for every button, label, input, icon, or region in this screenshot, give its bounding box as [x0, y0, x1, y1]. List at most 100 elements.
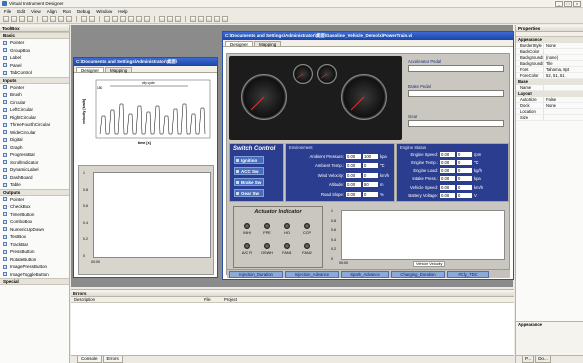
align-left-icon[interactable] [104, 16, 110, 22]
tab-designer[interactable]: Designer [76, 67, 105, 73]
toolbox-item[interactable]: Label [0, 54, 69, 62]
toolbox-item[interactable]: TimerButton [0, 211, 69, 219]
undo-icon[interactable] [81, 16, 87, 22]
stop-icon[interactable] [198, 16, 204, 22]
toolbox-group-inputs[interactable]: Inputs [0, 76, 69, 84]
run-icon[interactable] [190, 16, 196, 22]
ignition-switch[interactable]: Ignition [234, 156, 264, 164]
new-icon[interactable] [3, 16, 9, 22]
toolbox-item[interactable]: TabControl [0, 69, 69, 77]
tab-mapping[interactable]: Mapping [254, 41, 282, 47]
toolbox-item[interactable]: Digital [0, 136, 69, 144]
menu-run[interactable]: Run [63, 9, 71, 14]
property-value[interactable] [544, 115, 546, 120]
toolbox-group-basic[interactable]: Basic [0, 32, 69, 39]
environment-setpoint[interactable]: 0 [363, 191, 378, 197]
tab-properties[interactable]: P... [522, 356, 535, 363]
property-row[interactable]: Size [516, 115, 583, 121]
tab-spark-advance[interactable]: Spark_Advance [341, 271, 389, 278]
toolbox-group-special[interactable]: Special [0, 278, 69, 285]
environment-value[interactable]: 0.00 [346, 172, 361, 178]
menu-window[interactable]: Window [96, 9, 112, 14]
toolbox-item[interactable]: TextBox [0, 233, 69, 241]
toolbox-item[interactable]: Circular [0, 99, 69, 107]
toolbox-item[interactable]: Pointer [0, 196, 69, 204]
menu-align[interactable]: Align [47, 9, 57, 14]
property-value[interactable]: False [544, 97, 556, 102]
toolbox-item[interactable]: Brush [0, 91, 69, 99]
align-bottom-icon[interactable] [144, 16, 150, 22]
gear-field[interactable] [408, 120, 504, 127]
toolbox-item[interactable]: DynamicLabel [0, 166, 69, 174]
menu-edit[interactable]: Edit [17, 9, 25, 14]
toolbox-item[interactable]: ComboBox [0, 218, 69, 226]
toolbox-item[interactable]: ImageToggleButton [0, 271, 69, 279]
toolbox-item[interactable]: Pointer [0, 84, 69, 92]
copy-icon[interactable] [50, 16, 56, 22]
tab-injection-duration[interactable]: Injection_Duration [229, 271, 283, 278]
toolbox-item[interactable]: PressButton [0, 248, 69, 256]
redo-icon[interactable] [89, 16, 95, 22]
maximize-icon[interactable]: □ [564, 1, 572, 7]
property-value[interactable]: Tile [544, 61, 553, 66]
column-description[interactable]: Description [74, 297, 95, 303]
toolbox-item[interactable]: Table [0, 181, 69, 189]
save-all-icon[interactable] [27, 16, 33, 22]
main-window-title[interactable]: C:\Documents and Settings\Administrator\… [223, 32, 513, 40]
column-project[interactable]: Project [224, 297, 237, 303]
property-value[interactable] [544, 85, 546, 90]
same-width-icon[interactable] [159, 16, 165, 22]
environment-value[interactable]: 0.00 [346, 191, 361, 197]
toolbox-item[interactable]: ThreeFourthCircular [0, 121, 69, 129]
align-middle-icon[interactable] [136, 16, 142, 22]
toolbox-item[interactable]: Graph [0, 144, 69, 152]
toolbox-item[interactable]: ProgressBar [0, 151, 69, 159]
toolbox-item[interactable]: TrackBar [0, 241, 69, 249]
toolbox-item[interactable]: WideCircular [0, 129, 69, 137]
column-file[interactable]: File [204, 297, 211, 303]
gear-switch[interactable]: Gear Sw [234, 189, 264, 197]
same-height-icon[interactable] [167, 16, 173, 22]
tab-charging-duration[interactable]: Charging_Duration [391, 271, 445, 278]
property-value[interactable] [544, 49, 546, 54]
menu-help[interactable]: Help [118, 9, 127, 14]
dashboard-gauges[interactable] [229, 56, 402, 140]
paste-icon[interactable] [58, 16, 64, 22]
menu-view[interactable]: View [31, 9, 41, 14]
tab-cly-tdc[interactable]: #Cly_TDC [447, 271, 489, 278]
tab-designer[interactable]: Designer [225, 41, 254, 47]
grid-icon[interactable] [222, 16, 228, 22]
toolbox-item[interactable]: ScrollIndicator [0, 159, 69, 167]
open-icon[interactable] [11, 16, 17, 22]
toolbox-item[interactable]: NumericUpDown [0, 226, 69, 234]
environment-setpoint[interactable]: 100 [363, 153, 378, 159]
brake-pedal-field[interactable] [408, 90, 504, 97]
minimize-icon[interactable]: _ [555, 1, 563, 7]
toolbox-item[interactable]: Panel [0, 62, 69, 70]
toolbox-item[interactable]: DashBoard [0, 174, 69, 182]
same-size-icon[interactable] [175, 16, 181, 22]
tab-injection-advance[interactable]: Injection_Advance [285, 271, 339, 278]
property-value[interactable]: Tahoma, 8pt [544, 67, 569, 72]
toolbox-item[interactable]: GroupBox [0, 47, 69, 55]
tab-console[interactable]: Console [77, 356, 102, 363]
environment-value[interactable]: 0.00 [346, 182, 361, 188]
send-back-icon[interactable] [214, 16, 220, 22]
tab-errors[interactable]: Errors [102, 356, 123, 363]
property-value[interactable]: 52, 51, 51 [544, 73, 565, 78]
back-window-title[interactable]: C:\Documents and Settings\Administrator\… [74, 58, 217, 66]
acc-switch[interactable]: ACC Sw [234, 167, 264, 175]
bring-front-icon[interactable] [206, 16, 212, 22]
menu-debug[interactable]: Debug [77, 9, 90, 14]
toolbox-item[interactable]: CheckBox [0, 203, 69, 211]
toolbox-item[interactable]: Pointer [0, 39, 69, 47]
toolbox-item[interactable]: ImagePressButton [0, 263, 69, 271]
toolbox-item[interactable]: RightCircular [0, 114, 69, 122]
accelerator-pedal-field[interactable] [408, 65, 504, 72]
toolbox-item[interactable]: RotateButton [0, 256, 69, 264]
align-right-icon[interactable] [120, 16, 126, 22]
toolbox-item[interactable]: LeftCircular [0, 106, 69, 114]
property-value[interactable] [544, 109, 546, 114]
property-value[interactable]: None [544, 43, 556, 48]
environment-setpoint[interactable]: 50 [363, 182, 378, 188]
